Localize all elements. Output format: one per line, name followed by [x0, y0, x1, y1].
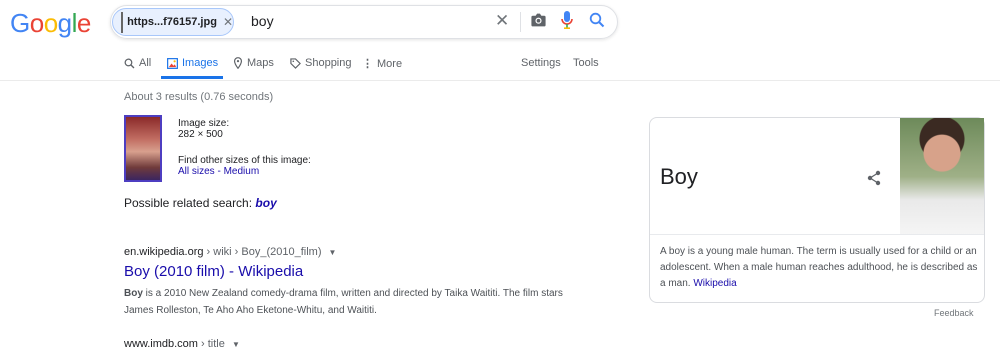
knowledge-panel-description: A boy is a young male human. The term is…	[660, 244, 978, 292]
wikipedia-link[interactable]: Wikipedia	[693, 278, 736, 289]
mic-icon[interactable]	[561, 11, 573, 34]
map-pin-icon	[233, 57, 243, 69]
chevron-down-icon[interactable]: ▼	[232, 340, 240, 349]
tab-all[interactable]: All	[124, 57, 151, 69]
medium-size-link[interactable]: Medium	[224, 166, 260, 177]
knowledge-panel-photo[interactable]	[900, 118, 984, 235]
snippet-bold: Boy	[124, 288, 143, 299]
other-sizes-block: Find other sizes of this image: All size…	[178, 155, 311, 177]
query-image-thumbnail[interactable]	[124, 115, 162, 182]
image-chip[interactable]: https...f76157.jpg ✕	[112, 8, 234, 36]
header-divider	[0, 80, 1000, 81]
google-logo[interactable]: Google	[10, 8, 91, 39]
related-search-label: Possible related search:	[124, 196, 256, 210]
result-stats: About 3 results (0.76 seconds)	[124, 91, 274, 103]
result-path: › wiki › Boy_(2010_film)	[203, 246, 322, 258]
related-search-link[interactable]: boy	[255, 196, 276, 210]
image-size-block: Image size: 282 × 500	[178, 118, 229, 140]
all-sizes-link[interactable]: All sizes	[178, 166, 215, 177]
tab-label: More	[377, 57, 403, 70]
close-icon[interactable]: ✕	[495, 11, 509, 31]
tab-more[interactable]: ⋮ More	[362, 57, 403, 71]
related-search: Possible related search: boy	[124, 196, 277, 210]
result-title-link[interactable]: Boy (2010 film) - Wikipedia	[124, 263, 303, 280]
tab-label: Maps	[247, 57, 274, 69]
result-site: en.wikipedia.org	[124, 246, 204, 258]
settings-label: Settings	[521, 57, 561, 69]
chip-thumbnail	[121, 11, 124, 33]
tools-link[interactable]: Tools	[573, 57, 599, 69]
chevron-down-icon[interactable]: ▼	[329, 248, 337, 257]
image-size-label: Image size:	[178, 118, 230, 129]
chip-close-icon[interactable]: ✕	[223, 15, 233, 29]
tag-icon	[290, 57, 301, 69]
tab-maps[interactable]: Maps	[233, 57, 274, 69]
result-cite: en.wikipedia.org › wiki › Boy_(2010_film…	[124, 246, 336, 258]
more-vert-icon: ⋮	[362, 58, 373, 70]
feedback-link[interactable]: Feedback	[934, 308, 974, 318]
camera-icon[interactable]	[530, 12, 547, 33]
tab-label: Images	[182, 57, 219, 69]
other-sizes-label: Find other sizes of this image:	[178, 155, 311, 166]
snippet-text: is a 2010 New Zealand comedy-drama film,…	[124, 288, 563, 316]
result-cite: www.imdb.com › title ▼	[124, 338, 240, 350]
result-path: › title	[197, 338, 225, 350]
knowledge-panel-divider	[650, 234, 984, 235]
tab-shopping[interactable]: Shopping	[290, 57, 352, 69]
image-size-value: 282 × 500	[178, 129, 223, 140]
search-icon[interactable]	[589, 12, 605, 33]
knowledge-panel-title: Boy	[660, 164, 698, 189]
result-site: www.imdb.com	[124, 338, 198, 350]
tools-label: Tools	[573, 57, 599, 69]
tab-images[interactable]: Images	[167, 57, 218, 69]
tab-label: All	[139, 57, 152, 69]
result-snippet: Boy is a 2010 New Zealand comedy-drama f…	[124, 285, 564, 319]
search-icon	[124, 58, 135, 68]
tab-label: Shopping	[305, 57, 352, 69]
settings-link[interactable]: Settings	[521, 57, 561, 69]
size-separator: -	[214, 166, 224, 177]
search-input[interactable]: boy	[251, 13, 274, 29]
chip-label: https...f76157.jpg	[127, 16, 217, 28]
active-tab-indicator	[161, 76, 223, 79]
image-icon	[167, 57, 178, 69]
search-divider	[520, 12, 521, 32]
share-icon[interactable]	[866, 170, 882, 191]
